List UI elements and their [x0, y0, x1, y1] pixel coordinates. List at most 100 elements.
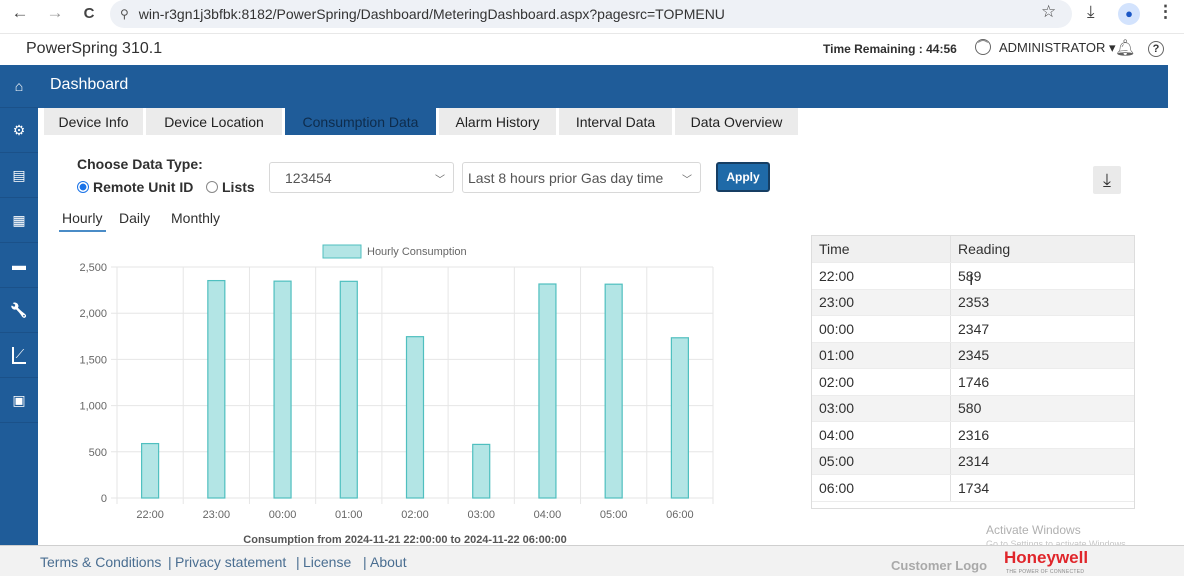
bar-0300[interactable] — [472, 443, 491, 499]
bar-0100[interactable] — [339, 280, 358, 499]
x-tick-label: 22:00 — [136, 509, 164, 521]
x-tick-label: 00:00 — [269, 509, 297, 521]
browser-toolbar: ← → C ⚲ win-r3gn1j3bfbk:8182/PowerSpring… — [0, 0, 1184, 33]
remote-unit-select[interactable]: 123454 ﹀ — [269, 162, 454, 193]
sidebar: ⌂ ⚙ ▤ ▦ ▬ 🔧 ⟋ ▣ — [0, 65, 38, 545]
tab-consumption-data[interactable]: Consumption Data — [285, 108, 436, 135]
bar-0200[interactable] — [405, 336, 425, 499]
license-link[interactable]: License — [303, 554, 351, 570]
footer-separator: | — [168, 554, 172, 570]
bar-0500[interactable] — [604, 283, 623, 499]
legend-label[interactable]: Hourly Consumption — [367, 246, 467, 258]
radio-label: Remote Unit ID — [93, 179, 194, 195]
privacy-link[interactable]: Privacy statement — [175, 554, 286, 570]
sidebar-item-wrench[interactable]: 🔧 — [0, 288, 38, 333]
forward-icon[interactable]: → — [44, 3, 66, 23]
sidebar-item-home[interactable]: ⌂ — [0, 65, 38, 108]
x-tick-label: 03:00 — [467, 509, 495, 521]
y-tick-label: 2,000 — [79, 308, 107, 320]
radio-remote-unit-id[interactable]: Remote Unit ID — [77, 179, 193, 195]
y-tick-label: 2,500 — [79, 262, 107, 274]
reload-icon[interactable]: C — [78, 5, 100, 22]
address-bar[interactable]: ⚲ win-r3gn1j3bfbk:8182/PowerSpring/Dashb… — [110, 0, 1072, 28]
footer: Terms & Conditions | Privacy statement |… — [0, 545, 1184, 576]
cell-time: 02:00 — [812, 369, 951, 395]
tab-device-info[interactable]: Device Info — [44, 108, 143, 135]
cell-time: 01:00 — [812, 342, 951, 368]
bar-0000[interactable] — [273, 280, 292, 499]
calendar-icon: ▦ — [12, 211, 26, 228]
gear-icon: ⚙ — [12, 121, 26, 138]
y-tick-label: 0 — [101, 493, 107, 505]
cell-time: 05:00 — [812, 448, 951, 474]
wrench-icon: 🔧 — [10, 301, 28, 318]
sidebar-item-chart[interactable]: ⟋ — [0, 333, 38, 378]
site-info-icon[interactable]: ⚲ — [120, 7, 129, 21]
bar-0400[interactable] — [538, 283, 557, 499]
cell-reading: 1734 — [958, 479, 990, 496]
bell-icon[interactable]: 🔔︎ — [1115, 38, 1135, 58]
cell-reading: 2347 — [958, 320, 990, 337]
user-menu[interactable]: ADMINISTRATOR ▾ — [999, 40, 1116, 56]
back-icon[interactable]: ← — [9, 3, 31, 23]
sidebar-item-settings[interactable]: ⚙ — [0, 108, 38, 153]
footer-separator: | — [296, 554, 300, 570]
honeywell-tagline: THE POWER OF CONNECTED — [1006, 569, 1085, 575]
apply-button[interactable]: Apply — [716, 162, 770, 192]
browser-menu-icon[interactable]: ⋮ — [1157, 2, 1174, 22]
tab-interval-data[interactable]: Interval Data — [559, 108, 672, 135]
downloads-icon[interactable]: ⤓ — [1087, 2, 1095, 22]
cell-reading: 580 — [958, 400, 982, 417]
download-button[interactable]: ⤓ — [1093, 166, 1121, 194]
honeywell-logo: Honeywell — [1004, 548, 1089, 567]
terms-link[interactable]: Terms & Conditions — [40, 554, 161, 570]
activate-windows-watermark: Activate Windows — [986, 523, 1081, 537]
y-tick-label: 500 — [89, 447, 107, 459]
radio-button[interactable] — [206, 181, 218, 193]
sidebar-item-report[interactable]: ▣ — [0, 378, 38, 423]
about-link[interactable]: About — [370, 554, 407, 570]
period-tab-daily[interactable]: Daily — [119, 210, 150, 226]
cell-reading: 2316 — [958, 426, 990, 443]
period-select[interactable]: Last 8 hours prior Gas day time ﹀ — [462, 162, 701, 193]
cell-reading: 1746 — [958, 373, 990, 390]
user-icon: ⌒ — [975, 39, 991, 55]
column-header-reading: Reading — [958, 241, 1011, 257]
period-tab-monthly[interactable]: Monthly — [171, 210, 220, 226]
text-cursor-icon: I — [969, 272, 974, 289]
select-value: 123454 — [285, 169, 332, 186]
radio-button-checked[interactable] — [77, 181, 89, 193]
cell-reading: 2314 — [958, 453, 990, 470]
column-header-time: Time — [812, 236, 951, 262]
tab-data-overview[interactable]: Data Overview — [675, 108, 798, 135]
table-row: 01:00 2345 — [812, 342, 1134, 369]
profile-avatar[interactable]: ● — [1118, 3, 1140, 25]
consumption-bar-chart: 0 500 1,000 1,500 2,000 2,500 22:00 23:00 00:00… — [79, 244, 714, 545]
bar-2200[interactable] — [141, 442, 160, 499]
table-row: 04:00 2316 — [812, 422, 1134, 449]
help-icon[interactable]: ? — [1148, 41, 1164, 57]
table-row: 00:00 2347 — [812, 316, 1134, 343]
sidebar-item-calendar[interactable]: ▦ — [0, 198, 38, 243]
radio-label: Lists — [222, 179, 255, 195]
home-icon: ⌂ — [14, 78, 24, 94]
cell-reading: 2353 — [958, 294, 990, 311]
period-tab-hourly[interactable]: Hourly — [62, 210, 102, 226]
radio-lists[interactable]: Lists — [206, 179, 255, 195]
cell-reading: 589 — [958, 267, 982, 284]
sidebar-item-clipboard[interactable]: ▤ — [0, 153, 38, 198]
x-tick-label: 01:00 — [335, 509, 363, 521]
bar-0600[interactable] — [670, 337, 689, 499]
app-title: PowerSpring 310.1 — [26, 40, 163, 57]
tab-device-location[interactable]: Device Location — [146, 108, 282, 135]
select-value: Last 8 hours prior Gas day time — [468, 169, 664, 186]
dashboard-header: Dashboard — [38, 65, 1168, 108]
bar-2300[interactable] — [207, 279, 226, 499]
table-header-row: Time Reading — [812, 236, 1134, 263]
cell-time: 04:00 — [812, 422, 951, 448]
tab-alarm-history[interactable]: Alarm History — [439, 108, 556, 135]
sidebar-item-toolbox[interactable]: ▬ — [0, 243, 38, 288]
app-header: PowerSpring 310.1 Time Remaining : 44:56… — [0, 33, 1184, 65]
bookmark-star-icon[interactable]: ☆ — [1041, 2, 1056, 22]
footer-separator: | — [363, 554, 367, 570]
